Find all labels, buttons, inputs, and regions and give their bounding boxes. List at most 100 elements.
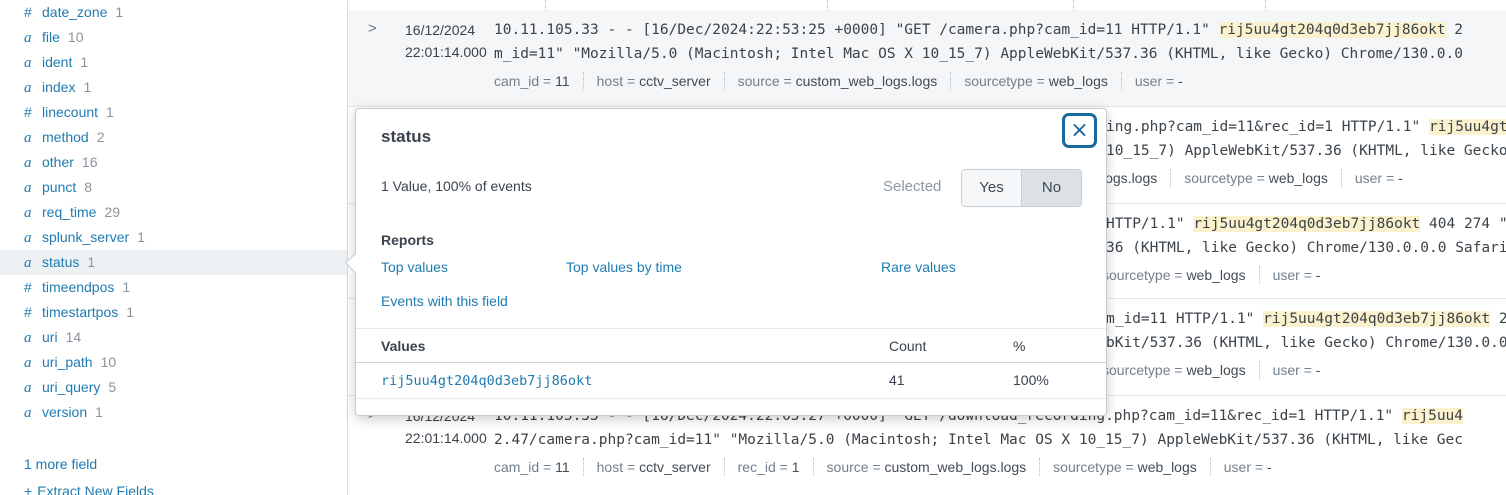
top-values-by-time-link[interactable]: Top values by time xyxy=(566,259,682,275)
event-raw-line: bKit/537.36 (KHTML, like Gecko) Chrome/1… xyxy=(1106,332,1506,354)
tag-value[interactable]: web_logs xyxy=(1269,170,1328,186)
event-field-tag[interactable]: user = - xyxy=(1355,170,1403,186)
tag-key: user = xyxy=(1224,459,1267,475)
field-count: 1 xyxy=(80,54,88,70)
event-field-tag[interactable]: rec_id = 1 xyxy=(738,459,800,475)
sidebar-item-file[interactable]: afile10 xyxy=(0,25,347,50)
event-field-tag[interactable]: user = - xyxy=(1273,267,1321,283)
sidebar-item-version[interactable]: aversion1 xyxy=(0,400,347,425)
raw-text: HTTP/1.1" xyxy=(1106,216,1193,232)
tag-key: user = xyxy=(1135,73,1178,89)
percent-header: % xyxy=(1013,338,1025,354)
events-with-field-link[interactable]: Events with this field xyxy=(381,293,508,309)
sidebar-item-index[interactable]: aindex1 xyxy=(0,75,347,100)
sidebar-item-date_zone[interactable]: #date_zone1 xyxy=(0,0,347,25)
sidebar-item-other[interactable]: aother16 xyxy=(0,150,347,175)
event-field-tag[interactable]: source = custom_web_logs.logs xyxy=(738,73,938,89)
event-field-tag[interactable]: cam_id = 11 xyxy=(494,73,570,89)
expand-event-icon[interactable]: > xyxy=(368,20,377,37)
event-field-tags: sourcetype = web_logs user = - xyxy=(1102,266,1320,284)
popup-title: status xyxy=(381,127,431,147)
tag-key: source = xyxy=(738,73,796,89)
field-name: ident xyxy=(42,54,72,70)
tag-value[interactable]: 11 xyxy=(555,459,570,475)
more-fields-link[interactable]: 1 more field xyxy=(24,452,97,477)
sidebar-item-timestartpos[interactable]: #timestartpos1 xyxy=(0,300,347,325)
field-name: date_zone xyxy=(42,4,107,20)
tag-value[interactable]: - xyxy=(1316,267,1321,283)
sidebar-item-ident[interactable]: aident 1 xyxy=(0,50,347,75)
tag-value[interactable]: 11 xyxy=(555,73,570,89)
raw-text: 2 xyxy=(1490,311,1506,327)
sidebar-item-uri_query[interactable]: auri_query5 xyxy=(0,375,347,400)
tag-value[interactable]: web_logs xyxy=(1186,362,1245,378)
raw-text: 404 274 " xyxy=(1420,216,1506,232)
extract-new-fields-link[interactable]: +Extract New Fields xyxy=(24,479,154,495)
event-field-tag[interactable]: sourcetype = web_logs xyxy=(1102,362,1246,378)
tag-key: sourcetype = xyxy=(1102,362,1186,378)
event-field-tag[interactable]: sourcetype = web_logs xyxy=(964,73,1108,89)
selected-yes-button[interactable]: Yes xyxy=(962,170,1022,206)
tag-separator-tick xyxy=(1073,0,1074,10)
tag-value[interactable]: - xyxy=(1316,362,1321,378)
highlighted-match: rij5uu4 xyxy=(1402,408,1463,424)
event-time: 22:01:14.000 xyxy=(405,427,487,449)
field-count: 1 xyxy=(87,254,95,270)
tag-value[interactable]: web_logs xyxy=(1049,73,1108,89)
numeric-field-icon: # xyxy=(24,275,39,300)
tag-value[interactable]: web_logs xyxy=(1186,267,1245,283)
field-name: timestartpos xyxy=(42,304,118,320)
event-field-tag[interactable]: user = - xyxy=(1224,459,1272,475)
tag-value[interactable]: logs.logs xyxy=(1102,170,1157,186)
event-field-tag[interactable]: host = cctv_server xyxy=(597,73,711,89)
string-field-icon: a xyxy=(24,401,39,426)
event-field-tag[interactable]: sourcetype = web_logs xyxy=(1102,267,1246,283)
tag-value[interactable]: custom_web_logs.logs xyxy=(796,73,938,89)
event-raw-line: 2.47/camera.php?cam_id=11" "Mozilla/5.0 … xyxy=(494,429,1463,451)
selected-no-button[interactable]: No xyxy=(1022,170,1081,206)
tag-separator xyxy=(724,458,725,476)
sidebar-item-punct[interactable]: apunct8 xyxy=(0,175,347,200)
event-field-tag[interactable]: cam_id = 11 xyxy=(494,459,570,475)
tag-separator-tick xyxy=(545,0,546,10)
string-field-icon: a xyxy=(24,26,39,51)
field-summary-popup: status × 1 Value, 100% of events Selecte… xyxy=(355,108,1107,416)
sidebar-item-uri[interactable]: auri14 xyxy=(0,325,347,350)
tag-key: host = xyxy=(597,459,639,475)
sidebar-item-splunk_server[interactable]: asplunk_server1 xyxy=(0,225,347,250)
tag-value[interactable]: - xyxy=(1398,170,1403,186)
event-field-tag[interactable]: host = cctv_server xyxy=(597,459,711,475)
sidebar-item-linecount[interactable]: #linecount1 xyxy=(0,100,347,125)
highlighted-match: rij5uu4gt204q0d3eb7jj86okt xyxy=(1219,22,1446,38)
sidebar-item-uri_path[interactable]: auri_path10 xyxy=(0,350,347,375)
tag-value[interactable]: cctv_server xyxy=(639,459,711,475)
sidebar-item-req_time[interactable]: areq_time29 xyxy=(0,200,347,225)
tag-value[interactable]: custom_web_logs.logs xyxy=(885,459,1027,475)
tag-value[interactable]: cctv_server xyxy=(639,73,711,89)
tag-key: cam_id = xyxy=(494,459,555,475)
sidebar-item-timeendpos[interactable]: #timeendpos1 xyxy=(0,275,347,300)
event-field-tag[interactable]: user = - xyxy=(1273,362,1321,378)
event-field-tag[interactable]: user = - xyxy=(1135,73,1183,89)
tag-value[interactable]: - xyxy=(1267,459,1272,475)
tag-key: host = xyxy=(597,73,639,89)
event-field-tag[interactable]: logs.logs xyxy=(1102,170,1157,186)
event-field-tag[interactable]: sourcetype = web_logs xyxy=(1184,170,1328,186)
string-field-icon: a xyxy=(24,201,39,226)
sidebar-item-status[interactable]: astatus1 xyxy=(0,250,347,275)
top-values-link[interactable]: Top values xyxy=(381,259,448,275)
event-field-tag[interactable]: sourcetype = web_logs xyxy=(1053,459,1197,475)
field-count: 2 xyxy=(97,129,105,145)
rare-values-link[interactable]: Rare values xyxy=(881,259,956,275)
tag-value[interactable]: web_logs xyxy=(1138,459,1197,475)
tag-separator-tick xyxy=(827,0,828,10)
value-link[interactable]: rij5uu4gt204q0d3eb7jj86okt xyxy=(381,373,592,389)
event-field-tag[interactable]: source = custom_web_logs.logs xyxy=(827,459,1027,475)
sidebar-item-method[interactable]: amethod2 xyxy=(0,125,347,150)
tag-value[interactable]: - xyxy=(1178,73,1183,89)
field-name: timeendpos xyxy=(42,279,114,295)
string-field-icon: a xyxy=(24,51,39,76)
tag-value[interactable]: 1 xyxy=(792,459,800,475)
close-button[interactable]: × xyxy=(1062,113,1097,148)
field-count: 14 xyxy=(66,329,82,345)
